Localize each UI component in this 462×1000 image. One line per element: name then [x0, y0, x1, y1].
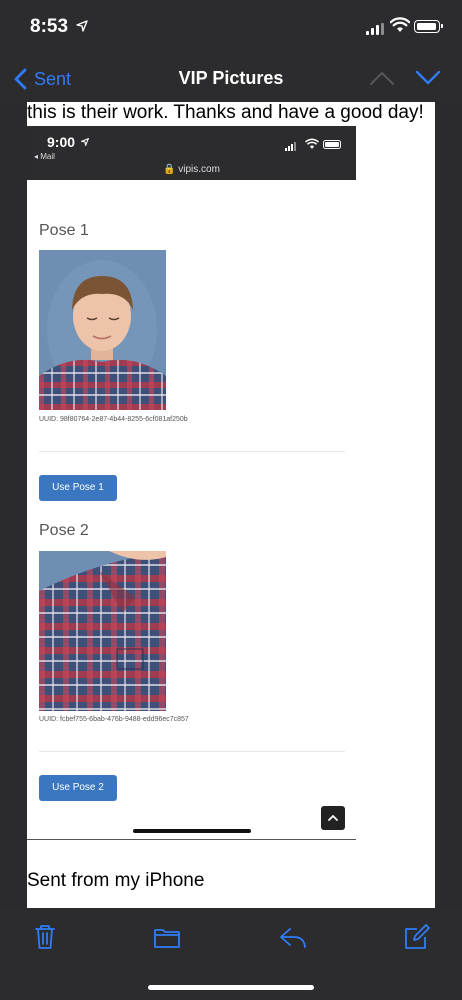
pose-2-photo [39, 551, 166, 711]
home-indicator [148, 985, 314, 990]
reply-icon[interactable] [278, 922, 308, 952]
pose-1-photo [39, 250, 166, 410]
pose-1-uuid: UUID: 98f80764-2e87-4b44-8255-6cf081af25… [39, 416, 188, 423]
signature: Sent from my iPhone [27, 870, 205, 891]
cellular-signal-icon [285, 142, 299, 151]
cellular-signal-icon [366, 23, 386, 35]
embedded-home-indicator [133, 829, 251, 833]
embedded-time: 9:00 [47, 134, 76, 150]
embedded-url: 🔒 vipis.com [163, 164, 220, 175]
divider [39, 751, 345, 752]
embedded-status-bar: 9:00 ◂ Mail 🔒 vipis.com [27, 126, 356, 180]
status-bar: 8:53 [0, 0, 462, 56]
folder-icon[interactable] [152, 922, 182, 952]
use-pose-2-button[interactable]: Use Pose 2 [39, 775, 117, 801]
chevron-left-icon [14, 68, 27, 90]
message-text: this is their work. Thanks and have a go… [27, 102, 424, 123]
location-arrow-icon [81, 138, 89, 146]
navigation-bar: Sent VIP Pictures [0, 56, 462, 102]
pose-2-uuid: UUID: fcbef755-6bab-476b-9488-edd96ec7c8… [39, 716, 189, 723]
battery-icon [323, 140, 341, 149]
chevron-up-icon [328, 815, 338, 821]
chevron-up-icon[interactable] [368, 68, 396, 88]
wifi-icon [390, 17, 410, 32]
compose-icon[interactable] [402, 922, 432, 952]
back-button[interactable]: Sent [12, 66, 71, 92]
use-pose-1-button[interactable]: Use Pose 1 [39, 475, 117, 501]
pose-2-heading: Pose 2 [39, 522, 89, 539]
divider [39, 451, 345, 452]
embedded-screenshot[interactable]: 9:00 ◂ Mail 🔒 vipis.com Pose 1 UUID: 98f… [27, 126, 356, 840]
back-label: Sent [34, 68, 72, 89]
wifi-icon [305, 138, 319, 149]
trash-icon[interactable] [30, 922, 60, 952]
status-time: 8:53 [30, 16, 69, 37]
scroll-top-button[interactable] [321, 806, 345, 830]
mail-body: this is their work. Thanks and have a go… [27, 102, 435, 908]
battery-icon [414, 20, 443, 33]
pose-1-heading: Pose 1 [39, 222, 89, 239]
location-arrow-icon [76, 20, 88, 32]
chevron-down-icon[interactable] [414, 68, 442, 88]
embedded-back-link: ◂ Mail [34, 152, 55, 161]
